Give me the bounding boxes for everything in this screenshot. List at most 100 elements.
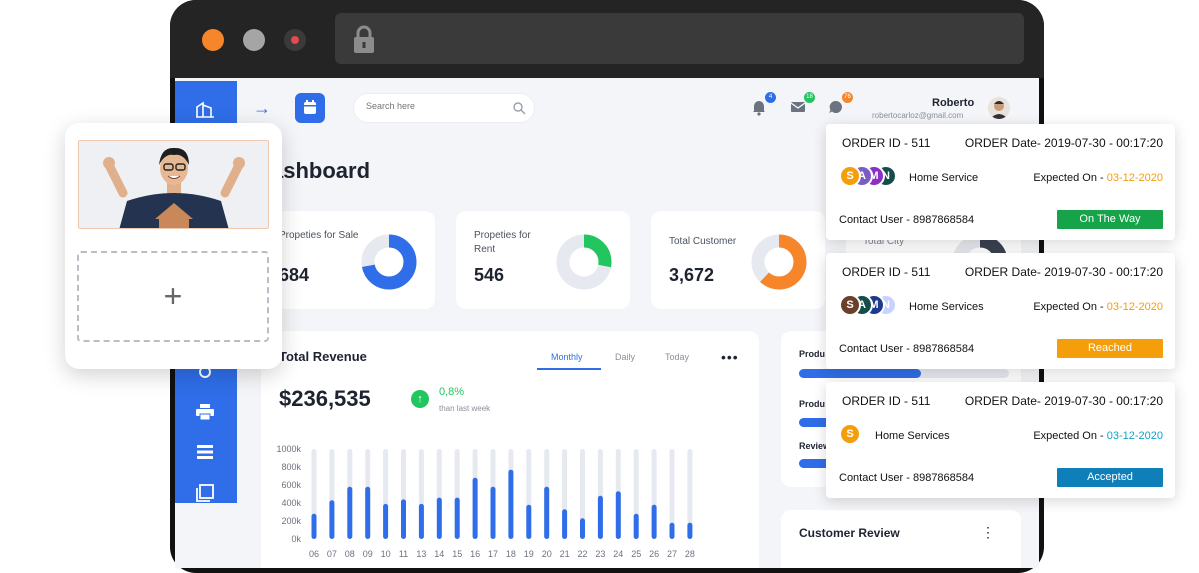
user-avatar[interactable] [988, 97, 1010, 119]
x-tick-label: 24 [613, 549, 623, 559]
notification-count-badge: 4 [765, 92, 776, 103]
order-card[interactable]: ORDER ID - 511 ORDER Date- 2019-07-30 - … [826, 124, 1175, 240]
user-avatar-image [990, 101, 1008, 119]
list-icon[interactable] [194, 443, 216, 461]
more-options-icon[interactable]: ⋮ [981, 524, 995, 541]
expected-on: Expected On - 03-12-2020 [1033, 430, 1163, 442]
revenue-amount: $236,535 [279, 386, 371, 411]
x-tick-label: 20 [542, 549, 552, 559]
order-card[interactable]: ORDER ID - 511 ORDER Date- 2019-07-30 - … [826, 253, 1175, 369]
page-title: ashboard [271, 158, 371, 183]
customer-review-title: Customer Review [799, 526, 900, 540]
status-badge[interactable]: Accepted [1057, 468, 1163, 487]
upload-dropzone[interactable]: + [77, 251, 269, 342]
y-tick-label: 400k [281, 498, 301, 508]
assignee-avatar[interactable]: S [839, 294, 861, 316]
upload-card: + [65, 123, 282, 369]
printer-icon[interactable] [194, 403, 216, 421]
revenue-bar[interactable] [365, 486, 371, 539]
expected-label: Expected On - [1033, 172, 1107, 184]
y-tick-label: 0k [291, 534, 301, 544]
revenue-bar[interactable] [311, 513, 317, 539]
chat-button[interactable]: 76 [827, 92, 853, 116]
order-service: Home Services [875, 430, 950, 442]
revenue-bar[interactable] [454, 497, 460, 539]
revenue-bar[interactable] [418, 503, 424, 539]
revenue-bar[interactable] [633, 513, 639, 539]
more-options-icon[interactable]: ••• [721, 349, 739, 365]
x-tick-label: 06 [309, 549, 319, 559]
y-tick-label: 200k [281, 516, 301, 526]
stat-label: Propeties for Sale [279, 230, 359, 241]
product-progress-fill [799, 369, 921, 378]
x-tick-label: 08 [345, 549, 355, 559]
revenue-bar[interactable] [526, 504, 532, 539]
revenue-bar[interactable] [472, 477, 478, 539]
tab-today[interactable]: Today [665, 352, 689, 362]
revenue-bar[interactable] [615, 491, 621, 539]
stat-donut-chart [751, 234, 807, 290]
uploaded-photo[interactable] [78, 140, 269, 229]
order-id: ORDER ID - 511 [842, 136, 931, 150]
revenue-bar[interactable] [562, 509, 568, 539]
status-badge[interactable]: On The Way [1057, 210, 1163, 229]
search-icon[interactable] [512, 101, 526, 115]
revenue-bar[interactable] [383, 503, 389, 539]
stat-card-customer: Total Customer 3,672 [651, 211, 825, 309]
search-box[interactable] [353, 93, 535, 123]
messages-button[interactable]: 18 [789, 92, 815, 116]
stat-value: 3,672 [669, 265, 715, 285]
y-tick-label: 800k [281, 462, 301, 472]
revenue-title: Total Revenue [279, 349, 367, 364]
revenue-bar[interactable] [347, 486, 353, 539]
stat-value: 684 [279, 265, 310, 285]
assignee-avatar[interactable]: S [839, 423, 861, 445]
search-input[interactable] [366, 101, 506, 111]
expected-date: 03-12-2020 [1106, 172, 1163, 184]
revenue-bar[interactable] [490, 486, 496, 539]
status-badge[interactable]: Reached [1057, 339, 1163, 358]
minimize-window-button[interactable] [243, 29, 265, 51]
x-tick-label: 26 [649, 549, 659, 559]
expected-on: Expected On - 03-12-2020 [1033, 172, 1163, 184]
documents-icon[interactable] [194, 484, 216, 502]
revenue-bar[interactable] [687, 522, 693, 539]
x-tick-label: 14 [434, 549, 444, 559]
revenue-change: 0,8% [439, 386, 465, 398]
revenue-bar-chart: 0k 200k 400k 600k 800k 1000k 06 07 08 09 10 11 13 14 1… [276, 444, 695, 559]
stat-value: 546 [474, 265, 505, 285]
assignee-avatar[interactable]: S [839, 165, 861, 187]
x-tick-label: 28 [685, 549, 695, 559]
chat-count-badge: 76 [842, 92, 853, 103]
add-photo-plus-icon[interactable]: + [79, 253, 267, 340]
revenue-bar[interactable] [669, 522, 675, 539]
contact-user: Contact User - 8987868584 [839, 343, 975, 355]
lock-icon [354, 25, 374, 53]
close-window-button[interactable] [202, 29, 224, 51]
tab-daily[interactable]: Daily [615, 352, 635, 362]
notifications-button[interactable]: 4 [750, 92, 776, 116]
building-icon[interactable] [194, 100, 216, 118]
calendar-button[interactable] [295, 93, 325, 123]
expected-label: Expected On - [1033, 301, 1107, 313]
revenue-bar[interactable] [329, 500, 335, 539]
revenue-bar[interactable] [580, 518, 585, 539]
x-tick-label: 18 [506, 549, 516, 559]
stat-card-sale: Propeties for Sale 684 [261, 211, 435, 309]
order-date: ORDER Date- 2019-07-30 - 00:17:20 [964, 136, 1163, 150]
revenue-bar[interactable] [508, 469, 514, 539]
revenue-bar[interactable] [651, 504, 657, 539]
order-card[interactable]: ORDER ID - 511 ORDER Date- 2019-07-30 - … [826, 382, 1175, 498]
revenue-bar[interactable] [597, 495, 603, 539]
record-button[interactable] [284, 29, 306, 51]
revenue-bar[interactable] [544, 486, 550, 539]
revenue-bar[interactable] [401, 499, 406, 539]
arrow-right-icon[interactable]: → [253, 98, 271, 119]
tab-monthly[interactable]: Monthly [551, 352, 583, 362]
order-service: Home Services [909, 301, 984, 313]
revenue-bar[interactable] [436, 497, 442, 539]
user-email: robertocarloz@gmail.com [872, 111, 964, 120]
stat-donut-chart [556, 234, 612, 290]
x-tick-label: 21 [560, 549, 570, 559]
address-bar[interactable] [335, 13, 1024, 64]
